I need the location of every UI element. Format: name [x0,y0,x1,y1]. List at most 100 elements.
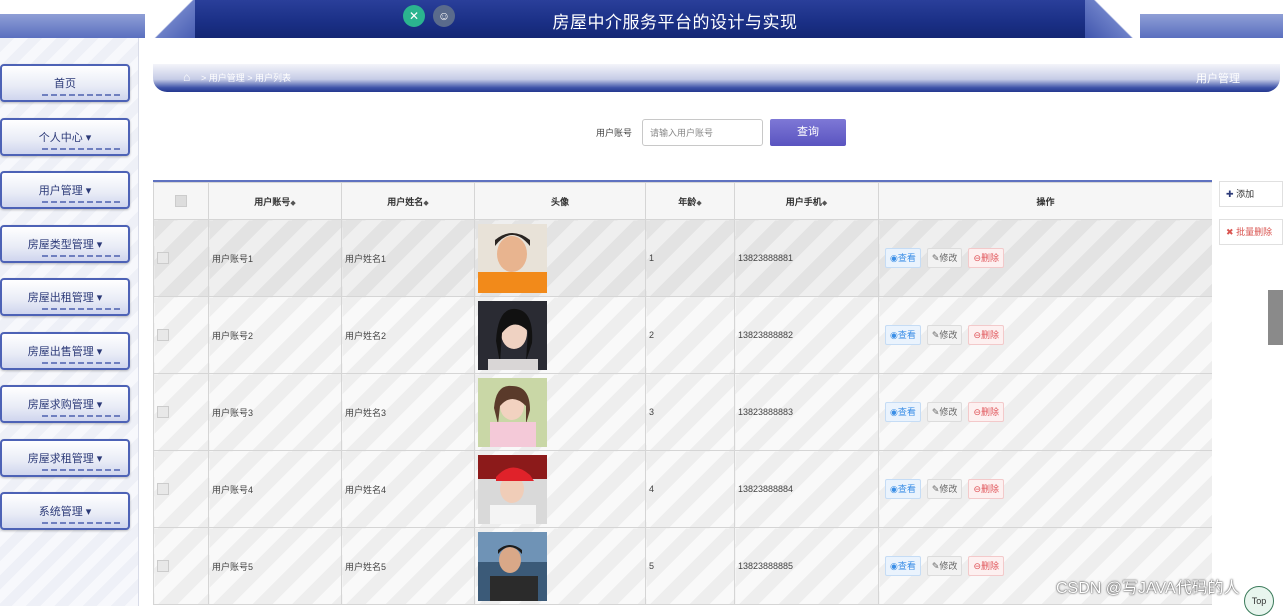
sidebar-item-user-management[interactable]: 用户管理 ▾ [0,171,130,209]
minus-circle-icon: ⊖ [973,484,981,494]
view-label: 查看 [897,561,916,571]
view-button[interactable]: ◉查看 [885,556,921,576]
row-select-cell [153,527,209,605]
sidebar-item-house-type[interactable]: 房屋类型管理 ▾ [0,225,130,263]
sidebar-item-label: 房屋出租管理 ▾ [27,292,103,304]
view-button[interactable]: ◉查看 [885,479,921,499]
view-button[interactable]: ◉查看 [885,402,921,422]
row-checkbox[interactable] [157,406,169,418]
view-button[interactable]: ◉查看 [885,248,921,268]
breadcrumb-path[interactable]: > 用户管理 > 用户列表 [201,71,291,84]
sidebar-item-label: 房屋出售管理 ▾ [27,346,103,358]
delete-label: 删除 [980,253,999,263]
column-header-phone[interactable]: 用户手机◆ [734,182,879,220]
search-input[interactable] [642,119,763,146]
column-header-account[interactable]: 用户账号◆ [208,182,342,220]
avatar [478,454,547,524]
row-select-cell [153,296,209,374]
sort-icon[interactable]: ◆ [696,200,701,207]
edit-label: 修改 [939,484,958,494]
sidebar-item-label: 用户管理 ▾ [38,185,92,197]
sidebar-item-label: 系统管理 ▾ [38,506,92,518]
search-label: 用户账号 [596,128,633,138]
select-all-checkbox[interactable] [175,195,187,207]
eye-icon: ◉ [890,561,898,571]
cell-age: 2 [645,296,735,374]
add-button-label: 添加 [1236,189,1255,199]
delete-button[interactable]: ⊖删除 [968,402,1004,422]
sort-icon[interactable]: ◆ [423,200,428,207]
cell-name: 用户姓名4 [341,450,475,528]
plus-icon: ✚ [1226,189,1234,199]
edit-button[interactable]: ✎修改 [926,479,963,499]
eye-icon: ◉ [890,484,898,494]
edit-button[interactable]: ✎修改 [926,325,963,345]
delete-button[interactable]: ⊖删除 [968,556,1004,576]
row-checkbox[interactable] [157,560,169,572]
edit-button[interactable]: ✎修改 [926,402,963,422]
decor-line [42,94,120,96]
cell-account: 用户账号3 [208,373,342,451]
home-icon[interactable]: ⌂ [183,70,190,84]
delete-label: 删除 [980,330,999,340]
sidebar-item-label: 房屋求购管理 ▾ [27,399,103,411]
minus-circle-icon: ⊖ [973,330,981,340]
cell-phone: 13823888883 [734,373,879,451]
table-row: 用户账号5 用户姓名5 5 13823888885 ◉查看 ✎修改 ⊖删除 [153,527,1212,605]
scrollbar-thumb[interactable] [1268,290,1283,345]
user-profile-icon[interactable]: ☺ [433,5,455,27]
header-label: 用户姓名 [387,196,424,207]
sidebar-item-system[interactable]: 系统管理 ▾ [0,492,130,530]
sort-icon[interactable]: ◆ [290,200,295,207]
table-row: 用户账号2 用户姓名2 2 13823888882 ◉查看 ✎修改 ⊖删除 [153,296,1212,374]
sidebar-item-house-rent[interactable]: 房屋出租管理 ▾ [0,278,130,316]
delete-button[interactable]: ⊖删除 [968,248,1004,268]
view-label: 查看 [897,253,916,263]
row-checkbox[interactable] [157,252,169,264]
decor-line [42,415,120,417]
sidebar-item-house-sale[interactable]: 房屋出售管理 ▾ [0,332,130,370]
row-select-cell [153,450,209,528]
select-all-cell [153,182,209,220]
cell-account: 用户账号5 [208,527,342,605]
search-button[interactable]: 查询 [770,119,846,146]
back-to-top-button[interactable]: Top [1244,586,1274,616]
breadcrumb-current: 用户管理 [1196,73,1240,85]
header-label: 用户账号 [254,196,291,207]
batch-delete-button[interactable]: ✖ 批量删除 [1219,219,1283,245]
row-checkbox[interactable] [157,329,169,341]
edit-label: 修改 [939,561,958,571]
view-button[interactable]: ◉查看 [885,325,921,345]
edit-button[interactable]: ✎修改 [926,248,963,268]
sort-icon[interactable]: ◆ [822,200,827,207]
top-header: ✕ ☺ 房屋中介服务平台的设计与实现 [0,0,1283,38]
view-label: 查看 [897,330,916,340]
column-header-actions: 操作 [878,182,1212,220]
sidebar-item-house-buy-request[interactable]: 房屋求购管理 ▾ [0,385,130,423]
cell-actions: ◉查看 ✎修改 ⊖删除 [878,373,1212,451]
eye-icon: ◉ [890,330,898,340]
delete-button[interactable]: ⊖删除 [968,325,1004,345]
sidebar-item-house-rent-request[interactable]: 房屋求租管理 ▾ [0,439,130,477]
cell-phone: 13823888885 [734,527,879,605]
fullscreen-icon[interactable]: ✕ [403,5,425,27]
sidebar-item-label: 首页 [54,78,76,90]
column-header-name[interactable]: 用户姓名◆ [341,182,475,220]
decor-line [42,469,120,471]
cell-avatar [474,450,646,528]
eye-icon: ◉ [890,253,898,263]
table-row: 用户账号3 用户姓名3 3 13823888883 ◉查看 ✎修改 ⊖删除 [153,373,1212,451]
delete-label: 删除 [980,561,999,571]
edit-button[interactable]: ✎修改 [926,556,963,576]
cell-actions: ◉查看 ✎修改 ⊖删除 [878,219,1212,297]
edit-label: 修改 [939,407,958,417]
delete-button[interactable]: ⊖删除 [968,479,1004,499]
column-header-age[interactable]: 年龄◆ [645,182,735,220]
decor-line [42,255,120,257]
add-button[interactable]: ✚ 添加 [1219,181,1283,207]
sidebar-item-home[interactable]: 首页 [0,64,130,102]
header-label: 年龄 [678,196,697,207]
header-label: 用户手机 [785,196,822,207]
row-checkbox[interactable] [157,483,169,495]
sidebar-item-personal-center[interactable]: 个人中心 ▾ [0,118,130,156]
